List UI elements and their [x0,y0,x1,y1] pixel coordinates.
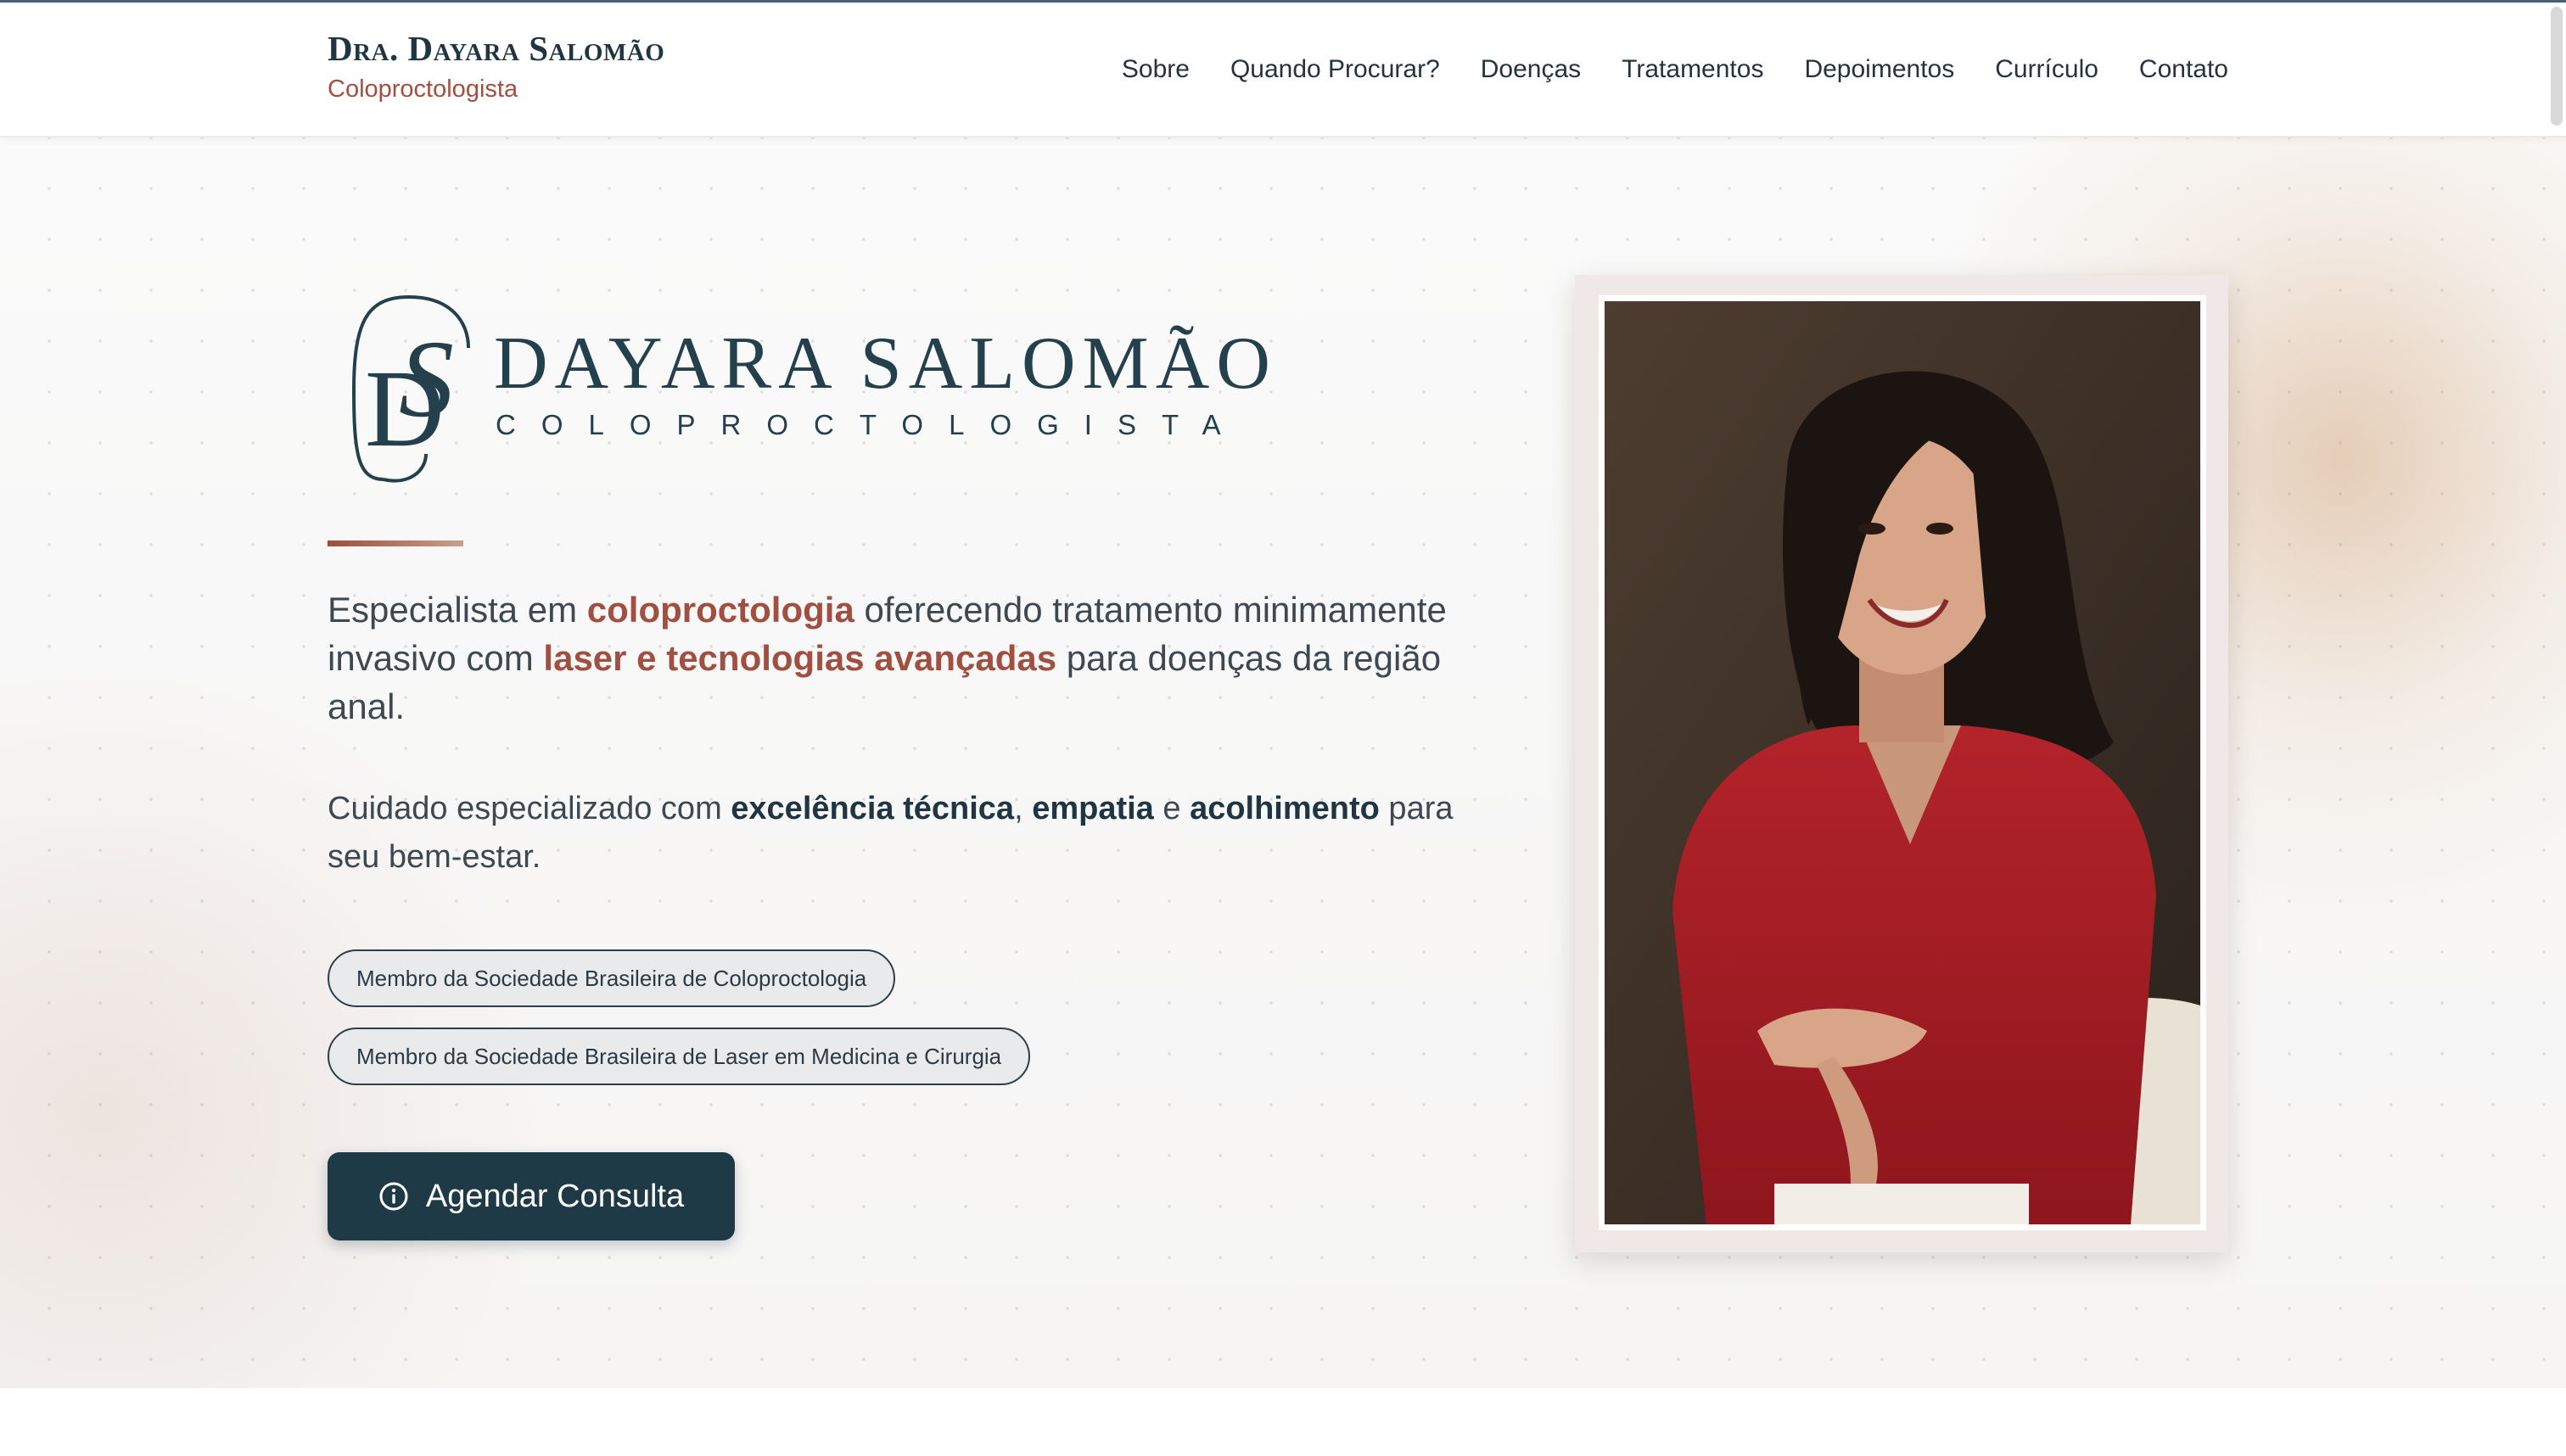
portrait-photo [1599,295,2206,1230]
next-section-edge [0,1388,2566,1456]
nav-link-depoimentos[interactable]: Depoimentos [1804,55,1954,84]
nav-link-sobre[interactable]: Sobre [1122,55,1190,84]
logo-subtitle: COLOPROCTOLOGISTA [496,409,1247,440]
schedule-appointment-label: Agendar Consulta [425,1178,685,1214]
membership-badge-laser: Membro da Sociedade Brasileira de Laser … [328,1028,1031,1085]
info-icon [379,1182,408,1211]
site-header: Dra. Dayara Salomão Coloproctologista So… [0,3,2566,137]
lead-highlight-coloproctologia: coloproctologia [586,590,854,630]
brand-logo: D S DAYARA SALOMÃO COLOPROCTOLOGISTA [350,288,1270,492]
brand-subtitle: Coloproctologista [328,76,518,103]
care-text-2: , [1014,791,1033,826]
care-highlight-empatia: empatia [1032,791,1154,826]
schedule-appointment-button[interactable]: Agendar Consulta [328,1152,735,1240]
nav-link-quando-procurar[interactable]: Quando Procurar? [1230,55,1440,84]
ds-monogram-icon: D S [351,294,470,483]
main-nav: Sobre Quando Procurar? Doenças Tratament… [1081,55,2228,84]
care-text-1: Cuidado especializado com [328,791,731,826]
hero-care-paragraph: Cuidado especializado com excelência téc… [328,785,1456,882]
nav-link-curriculo[interactable]: Currículo [1995,55,2098,84]
care-highlight-excelencia: excelência técnica [731,791,1015,826]
nav-link-tratamentos[interactable]: Tratamentos [1622,55,1763,84]
care-highlight-acolhimento: acolhimento [1190,791,1380,826]
lead-highlight-laser: laser e tecnologias avançadas [543,638,1057,678]
accent-divider [328,540,463,546]
logo-name: DAYARA SALOMÃO [494,322,1277,405]
nav-link-contato[interactable]: Contato [2139,55,2228,84]
scrollbar[interactable] [2551,7,2563,126]
portrait-illustration [1605,301,2200,1224]
svg-text:S: S [399,318,454,440]
brand-name[interactable]: Dra. Dayara Salomão [328,28,664,69]
brand[interactable]: Dra. Dayara Salomão Coloproctologista [328,28,664,104]
lead-text-1: Especialista em [328,590,587,630]
portrait-frame [1575,275,2228,1252]
nav-link-doencas[interactable]: Doenças [1481,55,1581,84]
membership-badge-coloproctologia: Membro da Sociedade Brasileira de Colopr… [328,949,896,1007]
care-text-3: e [1153,791,1191,826]
hero-lead-paragraph: Especialista em coloproctologia oferecen… [328,585,1456,731]
